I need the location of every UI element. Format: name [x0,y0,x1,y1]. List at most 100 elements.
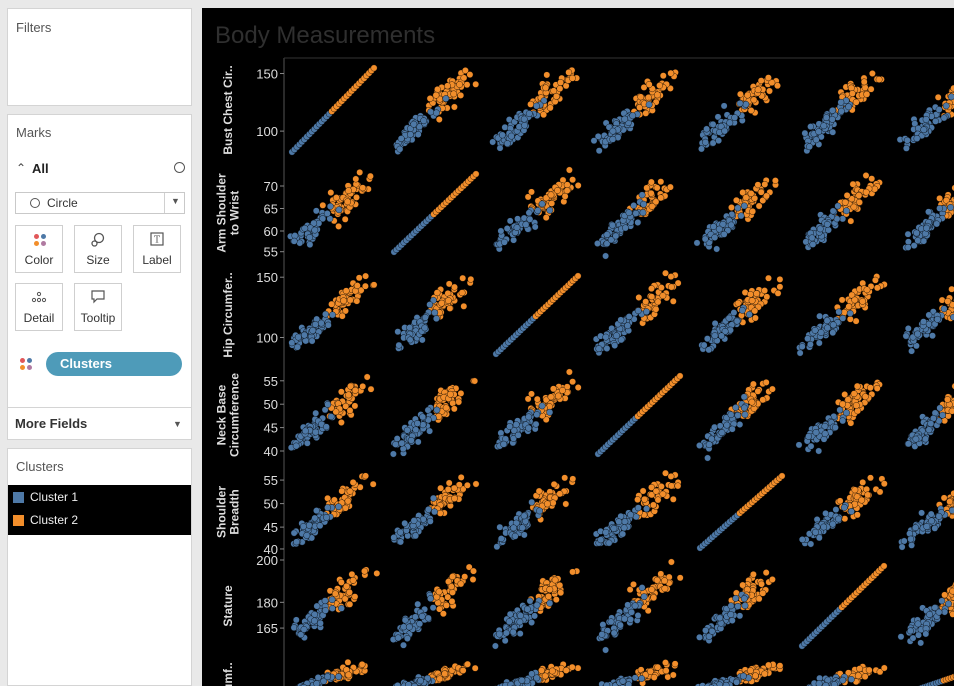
cluster-2-point[interactable] [750,571,757,578]
cluster-2-point[interactable] [436,675,444,683]
cluster-1-point[interactable] [602,252,609,260]
cluster-2-point[interactable] [661,577,668,585]
cluster-2-point[interactable] [449,589,456,596]
cluster-2-point[interactable] [359,184,367,192]
cluster-2-point[interactable] [450,405,458,413]
cluster-1-point[interactable] [405,623,413,631]
cluster-1-point[interactable] [403,426,411,434]
cluster-1-point[interactable] [702,627,709,634]
cluster-1-point[interactable] [328,596,336,604]
cluster-2-point[interactable] [667,472,675,480]
cluster-1-point[interactable] [917,639,925,647]
cluster-1-point[interactable] [920,318,927,326]
cluster-2-point[interactable] [346,487,354,495]
cluster-1-point[interactable] [291,232,299,240]
cluster-2-point[interactable] [860,78,868,86]
cluster-2-point[interactable] [662,269,669,277]
cluster-1-point[interactable] [737,212,745,220]
cluster-2-point[interactable] [776,283,784,291]
cluster-1-point[interactable] [414,438,422,446]
cluster-1-point[interactable] [495,630,503,638]
chevron-down-icon[interactable]: ▼ [171,196,180,206]
cluster-1-point[interactable] [397,538,405,546]
cluster-2-point[interactable] [464,660,471,668]
cluster-1-point[interactable] [496,523,504,531]
cluster-2-point[interactable] [349,478,357,486]
cluster-1-point[interactable] [510,524,517,532]
cluster-1-point[interactable] [627,616,634,623]
cluster-2-point[interactable] [460,302,468,310]
cluster-1-point[interactable] [532,420,540,428]
cluster-2-point[interactable] [460,74,468,82]
cluster-2-point[interactable] [547,393,555,401]
cluster-2-point[interactable] [676,372,684,380]
cluster-1-point[interactable] [936,404,944,412]
cluster-1-point[interactable] [520,214,528,222]
cluster-2-point[interactable] [549,385,557,393]
cluster-1-point[interactable] [829,207,837,215]
cluster-2-point[interactable] [542,84,550,92]
cluster-1-point[interactable] [631,602,639,610]
cluster-2-point[interactable] [346,407,354,414]
cluster-1-point[interactable] [595,147,603,155]
cluster-1-point[interactable] [536,507,543,515]
cluster-2-point[interactable] [949,610,954,618]
cluster-2-point[interactable] [344,497,352,505]
cluster-2-point[interactable] [527,100,534,108]
cluster-2-point[interactable] [342,287,350,295]
cluster-2-point[interactable] [747,107,755,114]
viz-canvas[interactable]: Body Measurements Bust Chest Cir.. 150 100… [202,8,954,686]
cluster-1-point[interactable] [421,314,429,321]
cluster-1-point[interactable] [322,607,329,614]
cluster-1-point[interactable] [512,421,520,428]
cluster-2-point[interactable] [667,283,675,291]
cluster-2-point[interactable] [734,299,742,307]
cluster-1-point[interactable] [815,339,823,347]
cluster-1-point[interactable] [534,207,542,214]
cluster-2-point[interactable] [574,272,582,280]
cluster-2-point[interactable] [880,664,888,672]
cluster-2-point[interactable] [447,583,455,591]
cluster-1-point[interactable] [940,305,948,313]
cluster-2-point[interactable] [753,290,760,297]
cluster-1-point[interactable] [520,512,528,520]
cluster-1-point[interactable] [609,135,617,143]
cluster-2-point[interactable] [344,658,352,666]
cluster-2-point[interactable] [862,188,870,196]
cluster-2-point[interactable] [641,495,648,503]
cluster-1-point[interactable] [948,507,954,514]
cluster-2-point[interactable] [562,500,570,508]
cluster-2-point[interactable] [637,93,645,101]
cluster-1-point[interactable] [290,529,298,537]
cluster-2-point[interactable] [441,670,449,678]
cluster-1-point[interactable] [394,328,402,336]
cluster-1-point[interactable] [734,411,742,419]
cluster-1-point[interactable] [628,608,635,616]
cluster-1-point[interactable] [728,425,736,433]
cluster-1-point[interactable] [839,215,847,223]
cluster-2-point[interactable] [871,185,879,193]
cluster-1-point[interactable] [710,223,717,231]
cluster-2-point[interactable] [472,80,480,88]
cluster-1-point[interactable] [612,232,620,240]
cluster-2-point[interactable] [450,103,458,111]
cluster-2-point[interactable] [451,495,458,502]
cluster-2-point[interactable] [565,368,573,376]
cluster-1-point[interactable] [904,325,912,332]
cluster-1-point[interactable] [294,343,301,351]
cluster-2-point[interactable] [863,286,871,294]
cluster-1-point[interactable] [832,424,839,431]
cluster-1-point[interactable] [335,673,343,681]
cluster-1-point[interactable] [518,524,526,532]
cluster-2-point[interactable] [542,214,550,222]
cluster-1-point[interactable] [740,393,748,401]
cluster-2-point[interactable] [563,187,571,195]
cluster-1-point[interactable] [500,440,508,448]
cluster-1-point[interactable] [405,681,412,686]
cluster-1-point[interactable] [425,505,432,513]
cluster-2-point[interactable] [345,187,352,195]
cluster-2-point[interactable] [851,296,859,304]
cluster-1-point[interactable] [843,409,850,417]
cluster-1-point[interactable] [290,624,298,631]
cluster-2-point[interactable] [550,480,558,488]
